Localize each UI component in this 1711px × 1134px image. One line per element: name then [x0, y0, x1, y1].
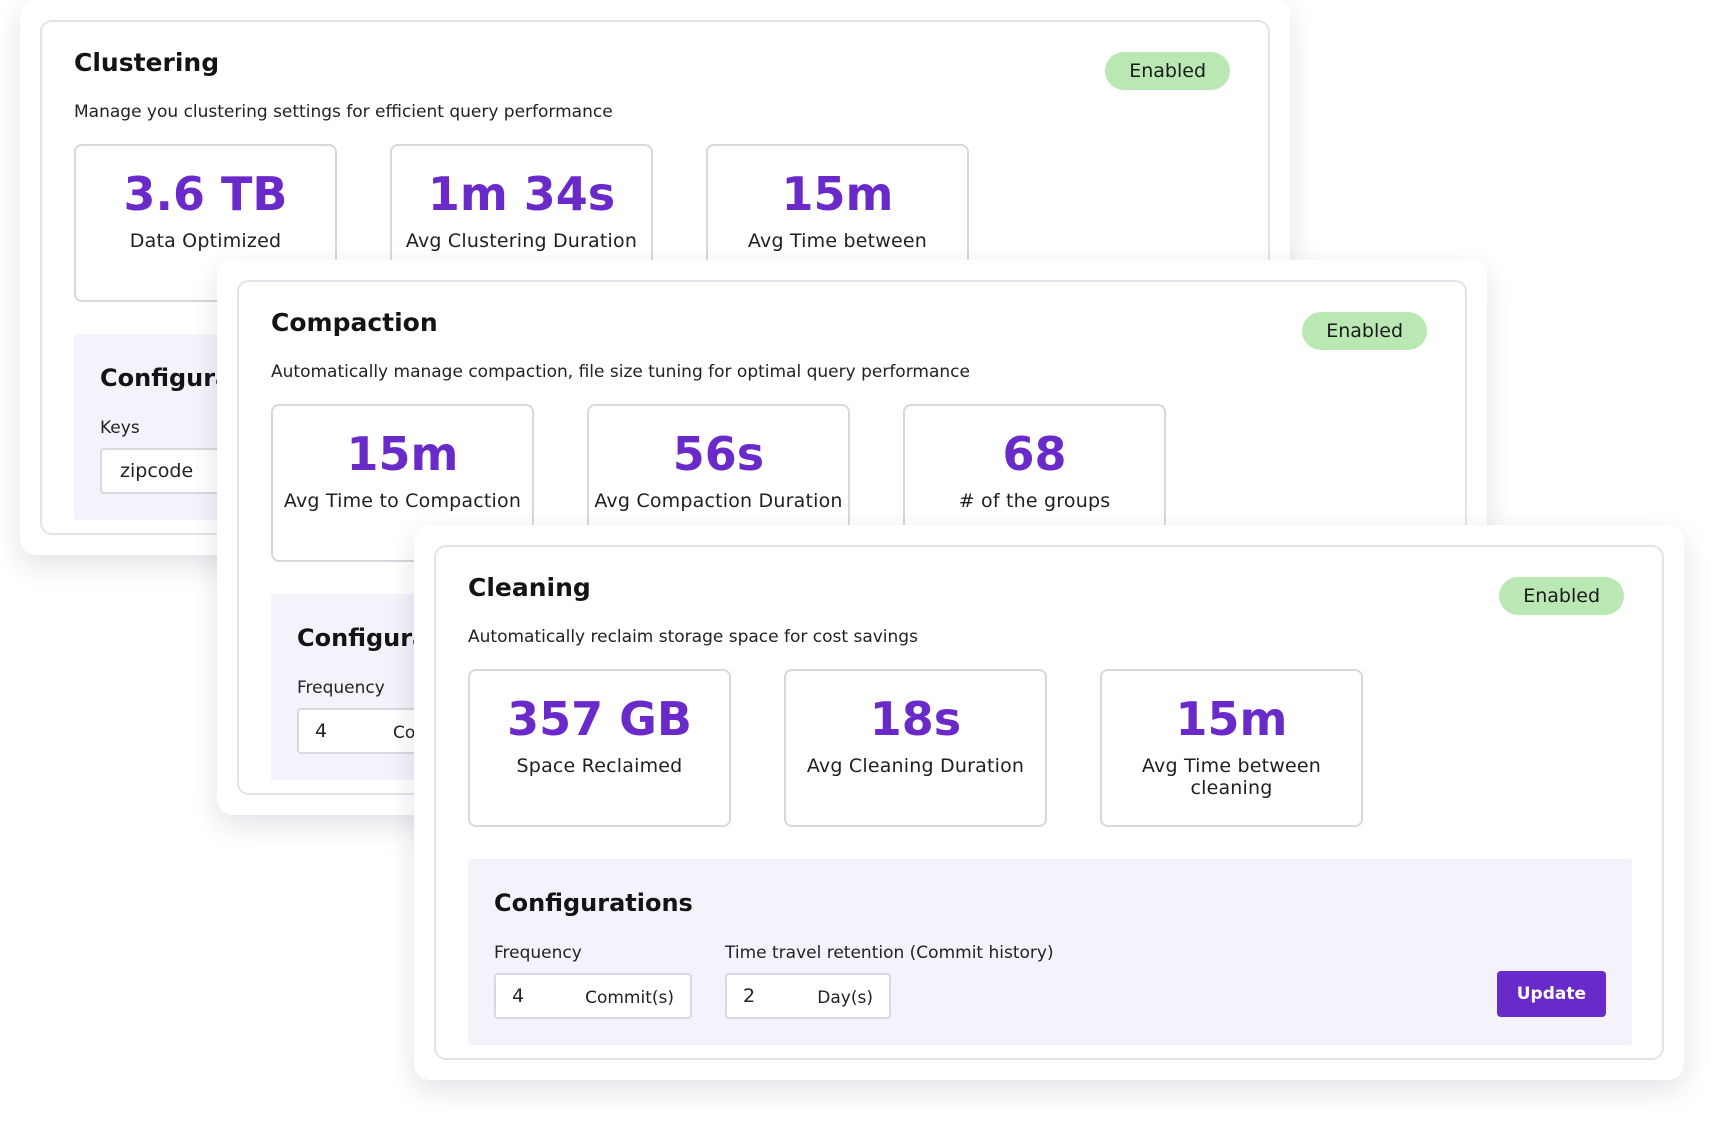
stat-label: Space Reclaimed [516, 755, 683, 777]
cleaning-frequency-value: 4 [512, 985, 525, 1007]
stat-label: Avg Clustering Duration [405, 230, 638, 252]
keys-label: Keys [100, 418, 140, 438]
compaction-frequency-value: 4 [315, 720, 328, 742]
retention-unit: Day(s) [817, 988, 873, 1008]
stat-label: Avg Time between cleaning [1141, 755, 1322, 799]
compaction-frequency-label: Frequency [297, 678, 385, 698]
compaction-subtitle: Automatically manage compaction, file si… [271, 362, 970, 382]
retention-input[interactable]: 2 Day(s) [725, 973, 891, 1019]
stat-label: Avg Compaction Duration [594, 490, 843, 512]
stat-value: 3.6 TB [123, 167, 288, 221]
stat-label: Avg Cleaning Duration [806, 755, 1025, 777]
stat-value: 1m 34s [427, 167, 616, 221]
cleaning-config-title: Configurations [494, 889, 693, 917]
cleaning-status-badge: Enabled [1499, 577, 1624, 615]
stat-value: 56s [672, 427, 765, 481]
cleaning-panel: Cleaning Automatically reclaim storage s… [434, 545, 1664, 1060]
cleaning-stat-avg-time-between: 15m Avg Time between cleaning [1100, 669, 1363, 827]
stat-value: 15m [346, 427, 459, 481]
cleaning-card: Cleaning Automatically reclaim storage s… [414, 525, 1684, 1080]
update-button[interactable]: Update [1496, 971, 1606, 1017]
stat-value: 15m [781, 167, 894, 221]
compaction-title: Compaction [271, 308, 438, 337]
clustering-title: Clustering [74, 48, 220, 77]
stat-label: Avg Time between [747, 230, 928, 252]
cleaning-frequency-input[interactable]: 4 Commit(s) [494, 973, 692, 1019]
stat-label: # of the groups [958, 490, 1111, 512]
clustering-status-badge: Enabled [1105, 52, 1230, 90]
stat-value: 68 [1002, 427, 1067, 481]
cleaning-stat-space-reclaimed: 357 GB Space Reclaimed [468, 669, 731, 827]
cleaning-configurations: Configurations Frequency 4 Commit(s) Tim… [468, 859, 1632, 1045]
stat-value: 357 GB [507, 692, 692, 746]
stat-label: Data Optimized [129, 230, 282, 252]
stat-value: 18s [869, 692, 962, 746]
cleaning-title: Cleaning [468, 573, 591, 602]
compaction-status-badge: Enabled [1302, 312, 1427, 350]
cleaning-stat-avg-duration: 18s Avg Cleaning Duration [784, 669, 1047, 827]
retention-value: 2 [743, 985, 756, 1007]
cleaning-subtitle: Automatically reclaim storage space for … [468, 627, 918, 647]
keys-value: zipcode [120, 460, 194, 482]
clustering-subtitle: Manage you clustering settings for effic… [74, 102, 613, 122]
stat-value: 15m [1175, 692, 1288, 746]
stat-label: Avg Time to Compaction [283, 490, 522, 512]
retention-label: Time travel retention (Commit history) [725, 943, 1054, 963]
cleaning-frequency-unit: Commit(s) [585, 988, 674, 1008]
cleaning-frequency-label: Frequency [494, 943, 582, 963]
